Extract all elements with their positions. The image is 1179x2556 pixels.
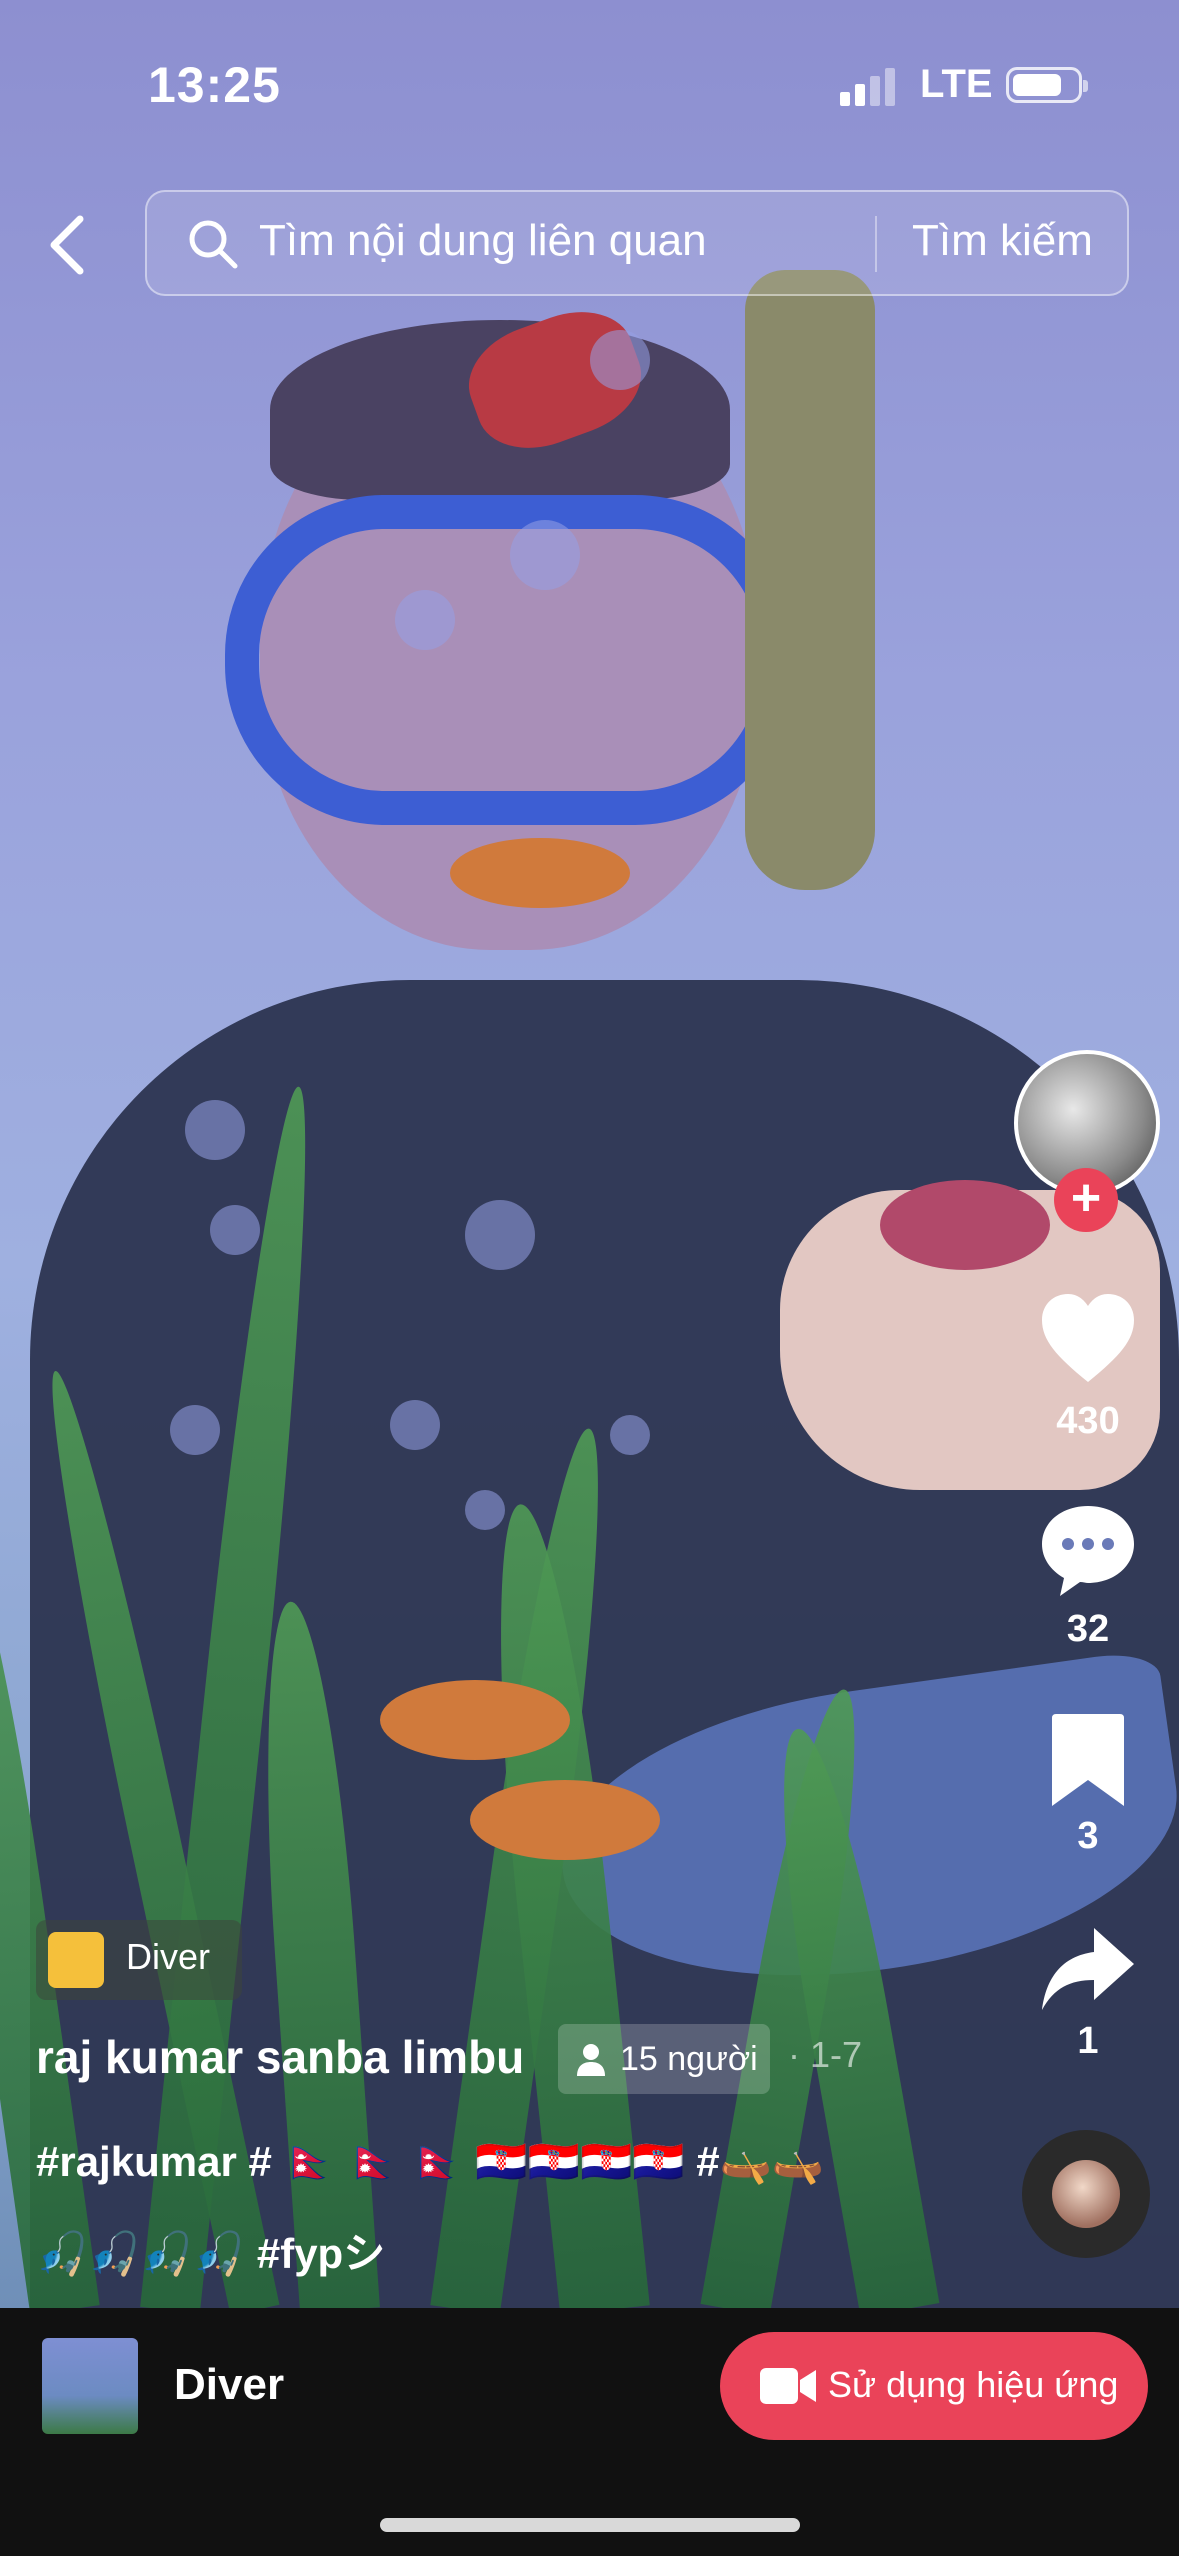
clownfish-shape bbox=[470, 1780, 660, 1860]
network-type: LTE bbox=[920, 62, 993, 106]
home-indicator[interactable] bbox=[380, 2518, 800, 2532]
effect-tag-label: Diver bbox=[126, 1936, 211, 1977]
caption-line-1[interactable]: #rajkumar # 🇳🇵 🇳🇵 🇳🇵 🇭🇷🇭🇷🇭🇷🇭🇷 #🛶🛶 bbox=[36, 2138, 824, 2187]
fish-shape bbox=[880, 1180, 1050, 1270]
effect-tag[interactable]: Diver bbox=[36, 1920, 242, 2000]
people-count: 15 người bbox=[620, 2040, 758, 2078]
bubble bbox=[590, 330, 650, 390]
comment-icon[interactable] bbox=[1036, 1500, 1140, 1600]
clownfish-shape bbox=[450, 838, 630, 908]
clownfish-shape bbox=[380, 1680, 570, 1760]
bookmark-icon[interactable] bbox=[1036, 1710, 1140, 1810]
effect-bottom-bar: Diver Sử dụng hiệu ứng bbox=[0, 2308, 1179, 2556]
follow-plus-button[interactable]: + bbox=[1054, 1168, 1118, 1232]
bubble bbox=[390, 1400, 440, 1450]
search-input[interactable]: Tìm nội dung liên quan bbox=[259, 216, 707, 266]
bubble bbox=[465, 1200, 535, 1270]
bubble bbox=[610, 1415, 650, 1455]
search-bar[interactable]: Tìm nội dung liên quan Tìm kiếm bbox=[145, 190, 1129, 296]
bubble bbox=[510, 520, 580, 590]
sparkle-icon bbox=[48, 1932, 104, 1988]
heart-icon[interactable] bbox=[1036, 1290, 1140, 1390]
bubble bbox=[210, 1205, 260, 1255]
bubble bbox=[395, 590, 455, 650]
bubble bbox=[170, 1405, 220, 1455]
bubble bbox=[185, 1100, 245, 1160]
battery-icon bbox=[1006, 67, 1088, 103]
search-button[interactable]: Tìm kiếm bbox=[912, 216, 1093, 266]
bubble bbox=[465, 1490, 505, 1530]
comment-count: 32 bbox=[1066, 1608, 1110, 1650]
cellular-signal-icon bbox=[840, 68, 895, 106]
search-icon bbox=[189, 220, 238, 269]
share-icon[interactable] bbox=[1036, 1920, 1140, 2020]
author-name[interactable]: raj kumar sanba limbu bbox=[36, 2030, 524, 2084]
caption-line-2[interactable]: 🎣🎣🎣🎣 #fypシ bbox=[36, 2220, 385, 2281]
diving-mask-shape bbox=[225, 495, 795, 825]
post-date: · 1-7 bbox=[788, 2034, 863, 2075]
share-count: 1 bbox=[1077, 2020, 1099, 2062]
use-effect-label: Sử dụng hiệu ứng bbox=[828, 2364, 1119, 2405]
snorkel-shape bbox=[745, 270, 875, 890]
back-chevron-icon[interactable] bbox=[36, 205, 100, 285]
use-effect-button[interactable]: Sử dụng hiệu ứng bbox=[720, 2332, 1148, 2440]
status-bar: 13:25 LTE bbox=[0, 0, 1179, 170]
person-icon bbox=[577, 2044, 605, 2076]
effect-thumbnail[interactable] bbox=[42, 2338, 138, 2434]
people-tag[interactable]: 15 người bbox=[558, 2024, 770, 2094]
like-count: 430 bbox=[1056, 1400, 1120, 1442]
video-camera-icon bbox=[760, 2368, 816, 2404]
music-disc[interactable] bbox=[1022, 2130, 1150, 2258]
save-count: 3 bbox=[1077, 1815, 1099, 1857]
status-time: 13:25 bbox=[148, 57, 281, 113]
music-avatar bbox=[1052, 2160, 1120, 2228]
effect-name[interactable]: Diver bbox=[174, 2360, 284, 2410]
search-divider bbox=[875, 216, 877, 272]
